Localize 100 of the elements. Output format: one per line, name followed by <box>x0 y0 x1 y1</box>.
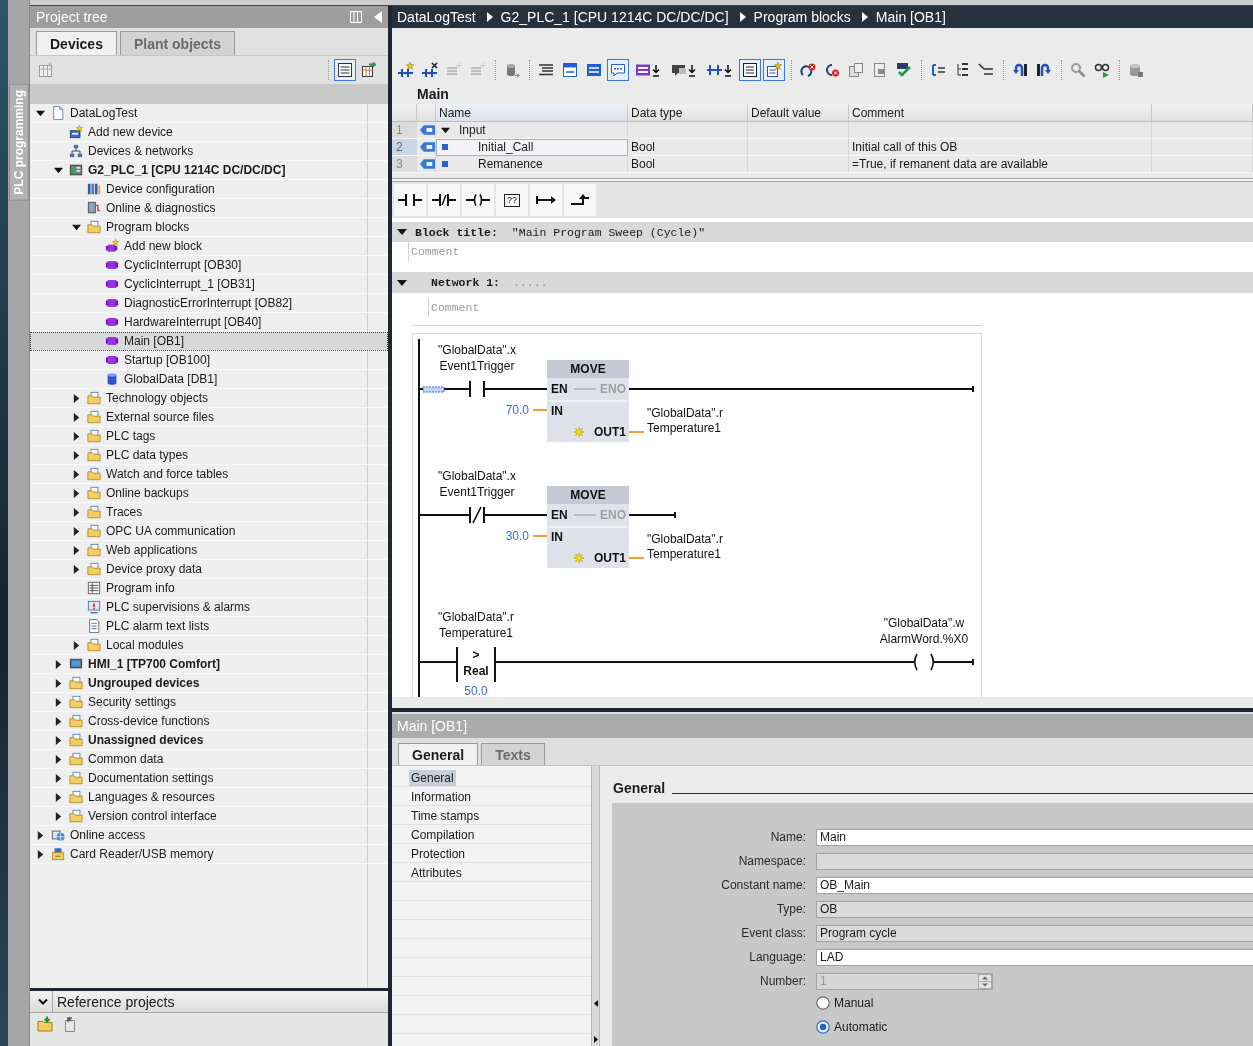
caret-right-icon[interactable] <box>71 564 81 574</box>
readonly-field[interactable]: OB <box>816 900 1253 918</box>
radio-option[interactable]: Manual <box>816 996 874 1010</box>
operand-label[interactable]: "GlobalData".w <box>883 616 965 630</box>
tree-item[interactable]: Ungrouped devices <box>30 674 388 693</box>
operand-label[interactable]: "GlobalData".r <box>647 532 723 546</box>
coil-symbol[interactable] <box>913 653 935 671</box>
operand-label[interactable]: Event1Trigger <box>439 485 515 499</box>
comparator-box[interactable] <box>456 646 496 683</box>
tree-item[interactable]: DataLogTest <box>30 104 388 123</box>
tab[interactable]: Texts <box>481 743 545 765</box>
tree-item[interactable]: Add new block <box>30 237 388 256</box>
operand-label[interactable]: "GlobalData".r <box>438 610 514 624</box>
negated-contact-symbol[interactable] <box>469 506 485 524</box>
caret-right-icon[interactable] <box>53 678 63 688</box>
operand-label[interactable]: Event1Trigger <box>439 359 515 373</box>
nav-item[interactable]: Attributes <box>409 864 464 881</box>
operand-label[interactable]: Temperature1 <box>647 547 722 561</box>
tree-item[interactable]: Languages & resources <box>30 788 388 807</box>
tree-item[interactable]: Card Reader/USB memory <box>30 845 388 864</box>
tree-item[interactable]: PLC alarm text lists <box>30 617 388 636</box>
nav-item[interactable]: Protection <box>409 845 468 862</box>
tree-item[interactable]: Program blocks <box>30 218 388 237</box>
nav-item[interactable]: General <box>409 769 456 786</box>
toolbar-button[interactable] <box>334 59 356 81</box>
collapse-arrow-icon[interactable] <box>374 11 382 23</box>
operand-label[interactable]: AlarmWord.%X0 <box>879 632 969 646</box>
caret-right-icon[interactable] <box>71 469 81 479</box>
instruction-button[interactable] <box>530 184 562 216</box>
constant-value[interactable]: 30.0 <box>505 529 529 543</box>
caret-right-icon[interactable] <box>35 830 45 840</box>
tree-item[interactable]: Local modules <box>30 636 388 655</box>
caret-down-icon[interactable] <box>35 108 45 118</box>
caret-right-icon[interactable] <box>71 488 81 498</box>
radio-icon[interactable] <box>816 1020 830 1034</box>
tree-item[interactable]: PLC tags <box>30 427 388 446</box>
tree-item[interactable]: Watch and force tables <box>30 465 388 484</box>
tree-item[interactable]: Security settings <box>30 693 388 712</box>
breadcrumb-item[interactable]: G2_PLC_1 [CPU 1214C DC/DC/DC] <box>500 9 729 25</box>
tree-item[interactable]: CyclicInterrupt_1 [OB31] <box>30 275 388 294</box>
caret-right-icon[interactable] <box>53 754 63 764</box>
caret-right-icon[interactable] <box>71 431 81 441</box>
toolbar-button[interactable] <box>763 59 785 81</box>
breadcrumb-item[interactable]: Program blocks <box>753 9 851 25</box>
caret-right-icon[interactable] <box>53 659 63 669</box>
chevron-down-icon[interactable] <box>38 997 48 1006</box>
caret-right-icon[interactable] <box>53 811 63 821</box>
tree-item[interactable]: Unassigned devices <box>30 731 388 750</box>
move-box[interactable] <box>547 486 629 568</box>
instruction-button[interactable] <box>428 184 460 216</box>
nav-item[interactable]: Compilation <box>409 826 477 843</box>
instruction-button[interactable] <box>394 184 426 216</box>
tree-item[interactable]: HMI_1 [TP700 Comfort] <box>30 655 388 674</box>
column-header[interactable]: Name <box>436 104 628 122</box>
tab[interactable]: Devices <box>36 31 117 55</box>
tree-item[interactable]: Device proxy data <box>30 560 388 579</box>
tree-item[interactable]: Version control interface <box>30 807 388 826</box>
caret-down-icon[interactable] <box>53 165 63 175</box>
tree-item[interactable]: Online access <box>30 826 388 845</box>
caret-down-icon[interactable] <box>441 125 450 135</box>
contact-symbol[interactable] <box>469 380 485 398</box>
tree-item[interactable]: Devices & networks <box>30 142 388 161</box>
caret-right-icon[interactable] <box>53 697 63 707</box>
nav-item[interactable]: Information <box>409 788 474 805</box>
caret-right-icon[interactable] <box>35 849 45 859</box>
caret-right-icon[interactable] <box>53 792 63 802</box>
text-field[interactable]: LAD <box>816 948 1253 966</box>
tree-item[interactable]: OPC UA communication <box>30 522 388 541</box>
text-field[interactable]: OB_Main <box>816 876 1253 894</box>
tree-item[interactable]: GlobalData [DB1] <box>30 370 388 389</box>
tree-item[interactable]: Documentation settings <box>30 769 388 788</box>
readonly-field[interactable]: Program cycle <box>816 924 1253 942</box>
readonly-field[interactable] <box>816 852 1253 870</box>
instruction-button[interactable] <box>462 184 494 216</box>
nav-item[interactable]: Time stamps <box>409 807 482 824</box>
tree-item[interactable]: Add new device <box>30 123 388 142</box>
operand-label[interactable]: "GlobalData".x <box>438 469 516 483</box>
text-field[interactable]: Main <box>816 828 1253 846</box>
caret-right-icon[interactable] <box>71 640 81 650</box>
column-header[interactable]: Default value <box>748 104 849 122</box>
caret-down-icon[interactable] <box>71 222 81 232</box>
tab[interactable]: Plant objects <box>119 31 236 55</box>
caret-right-icon[interactable] <box>53 716 63 726</box>
breadcrumb-item[interactable]: Main [OB1] <box>875 9 946 25</box>
caret-right-icon[interactable] <box>71 526 81 536</box>
constant-value[interactable]: 70.0 <box>505 403 529 417</box>
tree-item[interactable]: DiagnosticErrorInterrupt [OB82] <box>30 294 388 313</box>
tree-item[interactable]: Startup [OB100] <box>30 351 388 370</box>
move-box[interactable] <box>547 360 629 442</box>
tree-item[interactable]: Traces <box>30 503 388 522</box>
tree-item[interactable]: Device configuration <box>30 180 388 199</box>
breadcrumb-item[interactable]: DataLogTest <box>397 9 476 25</box>
constant-value[interactable]: 50.0 <box>464 684 488 697</box>
tree-item[interactable]: Web applications <box>30 541 388 560</box>
operand-label[interactable]: "GlobalData".x <box>438 343 516 357</box>
caret-right-icon[interactable] <box>71 393 81 403</box>
tree-item[interactable]: External source files <box>30 408 388 427</box>
tree-item[interactable]: Common data <box>30 750 388 769</box>
tree-item[interactable]: G2_PLC_1 [CPU 1214C DC/DC/DC] <box>30 161 388 180</box>
tree-item[interactable]: PLC data types <box>30 446 388 465</box>
